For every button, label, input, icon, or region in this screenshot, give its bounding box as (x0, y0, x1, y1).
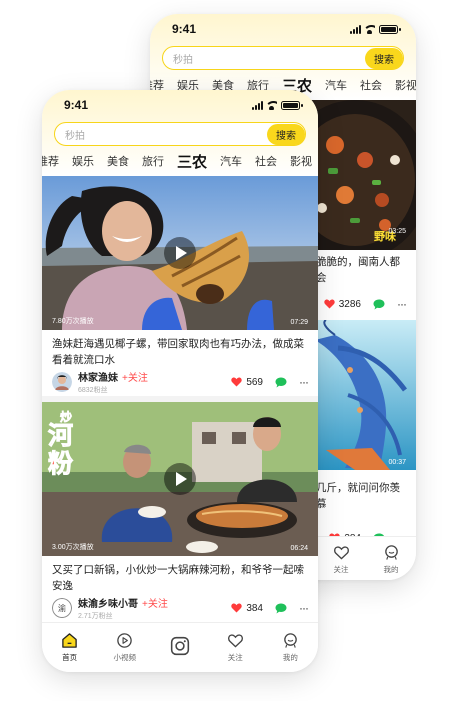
avatar[interactable]: 渝 (52, 598, 72, 618)
back-status-bar: 9:41 (150, 14, 416, 44)
like-count: 569 (246, 376, 263, 388)
fans-count: 2.71万粉丝 (78, 613, 113, 620)
category-tabs: 推荐 娱乐 美食 旅行 三农 汽车 社会 影视 (42, 146, 318, 176)
tab-movies[interactable]: 影视 (395, 77, 416, 93)
status-bar: 9:41 (42, 90, 318, 120)
nav-follow[interactable]: 关注 (208, 623, 263, 672)
svg-text:渝: 渝 (58, 603, 66, 613)
signal-icon (252, 100, 263, 110)
camera-icon (170, 636, 190, 656)
battery-icon (379, 24, 401, 34)
video-title[interactable]: 渔妹赶海遇见椰子螺，带回家取肉也有巧办法，做成菜看着就流口水 (42, 330, 318, 368)
nav-home[interactable]: 首页 (42, 623, 97, 672)
wifi-icon (364, 24, 375, 34)
video-duration: 03:25 (388, 228, 406, 235)
tab-agriculture[interactable]: 三农 (175, 151, 209, 172)
nav-label: 首页 (62, 653, 78, 662)
video-meta: 渝 妹渝乡味小哥 +关注 2.71万粉丝 384 ··· (42, 594, 318, 622)
search-button[interactable]: 搜索 (365, 47, 403, 69)
fans-count: 6832粉丝 (78, 387, 108, 394)
author-name[interactable]: 妹渝乡味小哥 (78, 595, 138, 610)
video-thumbnail[interactable]: 炒 河粉 3.00万次播放 06:24 (42, 402, 318, 556)
status-time: 9:41 (172, 22, 197, 36)
wifi-icon (266, 100, 277, 110)
heart-icon (227, 634, 243, 648)
video-meta: 林家渔妹 +关注 6832粉丝 569 ··· (42, 368, 318, 396)
follow-button[interactable]: +关注 (142, 595, 168, 610)
comment-icon[interactable] (373, 299, 385, 310)
profile-icon (284, 633, 297, 648)
bottom-nav: 首页 小视频 关注 我的 (42, 622, 318, 672)
tab-cars[interactable]: 汽车 (220, 153, 242, 169)
follow-button[interactable]: +关注 (122, 369, 148, 384)
search-button[interactable]: 搜索 (267, 123, 305, 145)
more-options-icon[interactable]: ··· (299, 601, 309, 615)
video-title[interactable]: 又买了口新锅，小伙炒一大锅麻辣河粉，和爷爷一起嗦安逸 (42, 556, 318, 594)
nav-camera[interactable] (152, 623, 207, 672)
home-icon (62, 633, 77, 648)
author-name[interactable]: 林家渔妹 (78, 369, 118, 384)
tab-travel[interactable]: 旅行 (142, 153, 164, 169)
more-options-icon[interactable]: ··· (397, 297, 407, 311)
battery-icon (281, 100, 303, 110)
like-count: 3286 (338, 298, 361, 310)
view-count: 7.80万次播放 (52, 318, 94, 325)
tab-society[interactable]: 社会 (360, 77, 382, 93)
play-button[interactable] (164, 237, 196, 269)
tab-society[interactable]: 社会 (255, 153, 277, 169)
nav-label: 关注 (333, 564, 349, 574)
like-icon[interactable] (231, 603, 242, 613)
nav-label: 我的 (383, 564, 399, 574)
tab-food[interactable]: 美食 (107, 153, 129, 169)
video-duration: 00:37 (388, 459, 406, 466)
profile-icon (384, 544, 398, 560)
heart-icon (333, 545, 349, 560)
front-header: 9:41 秒拍 搜索 推荐 娱乐 美食 旅行 三农 汽车 社会 影视 (42, 90, 318, 176)
more-options-icon[interactable]: ··· (299, 375, 309, 389)
nav-me[interactable]: 我的 (366, 537, 416, 580)
video-thumbnail[interactable]: 7.80万次播放 07:29 (42, 176, 318, 330)
nav-follow[interactable]: 关注 (316, 537, 366, 580)
search-input[interactable]: 秒拍 (173, 51, 193, 66)
nav-me[interactable]: 我的 (263, 623, 318, 672)
nav-small-video[interactable]: 小视频 (97, 623, 152, 672)
search-input[interactable]: 秒拍 (65, 127, 85, 142)
nav-label: 小视频 (113, 653, 137, 662)
small-video-icon (117, 633, 133, 648)
avatar[interactable] (52, 372, 72, 392)
like-count: 384 (246, 602, 263, 614)
signal-icon (350, 24, 361, 34)
tab-movies[interactable]: 影视 (290, 153, 312, 169)
nav-label: 关注 (227, 653, 243, 662)
nav-label: 我的 (282, 653, 298, 662)
play-button[interactable] (164, 463, 196, 495)
video-card: 炒 河粉 3.00万次播放 06:24 又买了口新锅，小伙炒一大锅麻辣河粉，和爷… (42, 402, 318, 622)
back-header: 9:41 秒拍 搜索 推荐 娱乐 美食 旅行 三农 汽车 社会 影视 (150, 14, 416, 100)
tab-recommend[interactable]: 推荐 (42, 153, 59, 169)
front-phone-mockup: 9:41 秒拍 搜索 推荐 娱乐 美食 旅行 三农 汽车 社会 影视 7.80万… (42, 90, 318, 672)
video-card: 7.80万次播放 07:29 渔妹赶海遇见椰子螺，带回家取肉也有巧办法，做成菜看… (42, 176, 318, 396)
like-icon[interactable] (231, 377, 242, 387)
video-duration: 06:24 (290, 545, 308, 552)
search-bar[interactable]: 秒拍 搜索 (54, 122, 306, 146)
view-count: 3.00万次播放 (52, 544, 94, 551)
like-icon[interactable] (324, 299, 335, 309)
search-bar[interactable]: 秒拍 搜索 (162, 46, 404, 70)
video-overlay-text: 河粉 (48, 421, 74, 478)
video-duration: 07:29 (290, 319, 308, 326)
tab-entertainment[interactable]: 娱乐 (72, 153, 94, 169)
status-time: 9:41 (64, 98, 89, 112)
comment-icon[interactable] (275, 603, 287, 614)
video-meta: 3286 ··· (306, 290, 416, 318)
comment-icon[interactable] (275, 377, 287, 388)
tab-cars[interactable]: 汽车 (325, 77, 347, 93)
